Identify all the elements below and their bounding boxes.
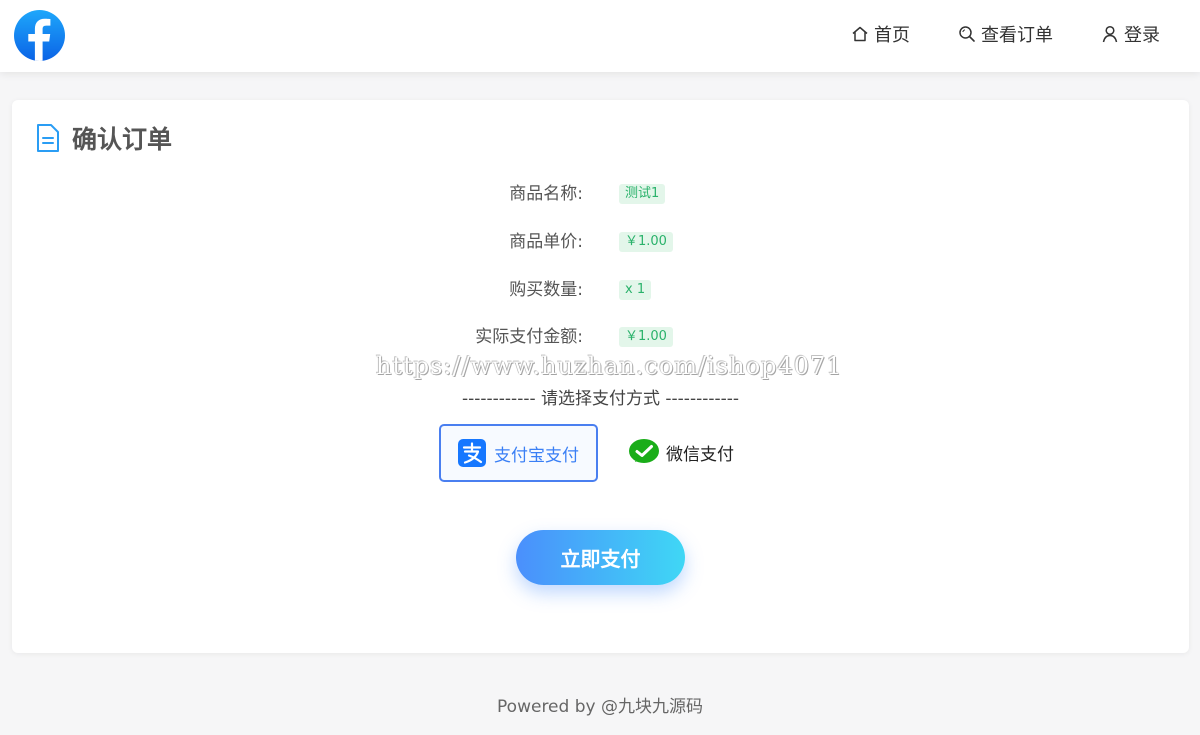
home-icon (852, 26, 868, 42)
nav-login-label: 登录 (1124, 25, 1160, 46)
total-amount-value: ￥1.00 (619, 327, 673, 347)
facebook-logo-icon[interactable] (14, 10, 65, 61)
wechat-pay-icon (629, 439, 659, 463)
footer-powered-by: Powered by @九块九源码 (497, 697, 703, 717)
quantity-label: 购买数量: (509, 280, 583, 300)
page-title: 确认订单 (72, 125, 173, 154)
nav-view-orders[interactable]: 查看订单 (958, 21, 1053, 47)
card-title: 确认订单 (36, 120, 172, 156)
product-name-value: 测试1 (619, 184, 666, 204)
quantity-value: x 1 (619, 280, 652, 300)
search-icon (959, 26, 975, 42)
unit-price-label: 商品单价: (509, 232, 583, 252)
nav-view-orders-label: 查看订单 (981, 25, 1053, 46)
watermark-url: https://www.huzhan.com/ishop4071 (376, 352, 843, 380)
confirm-order-card: 确认订单 商品名称: 测试1 商品单价: ￥1.00 购买数量: x 1 实际支… (12, 100, 1189, 653)
alipay-option[interactable]: 支付宝支付 (439, 424, 598, 482)
wechat-pay-label: 微信支付 (666, 444, 734, 465)
user-icon (1102, 25, 1118, 43)
product-name-label: 商品名称: (509, 184, 583, 204)
nav-login[interactable]: 登录 (1101, 21, 1160, 47)
document-icon (37, 124, 59, 152)
unit-price-value: ￥1.00 (619, 232, 673, 252)
top-nav: 首页 查看订单 登录 (803, 0, 1160, 68)
product-name-row: 商品名称: 测试1 (12, 180, 1189, 208)
total-amount-row: 实际支付金额: ￥1.00 (12, 323, 1189, 351)
top-bar: 首页 查看订单 登录 (0, 0, 1200, 72)
pay-now-button[interactable]: 立即支付 (516, 530, 685, 585)
wechat-pay-option[interactable]: 微信支付 (628, 425, 768, 479)
payment-method-prompt: ------------ 请选择支付方式 ------------ (461, 389, 740, 409)
nav-home-label: 首页 (874, 25, 910, 46)
alipay-label: 支付宝支付 (494, 445, 579, 466)
unit-price-row: 商品单价: ￥1.00 (12, 228, 1189, 256)
total-amount-label: 实际支付金额: (475, 327, 583, 347)
quantity-row: 购买数量: x 1 (12, 276, 1189, 304)
alipay-icon (458, 439, 486, 467)
nav-home[interactable]: 首页 (851, 21, 910, 47)
